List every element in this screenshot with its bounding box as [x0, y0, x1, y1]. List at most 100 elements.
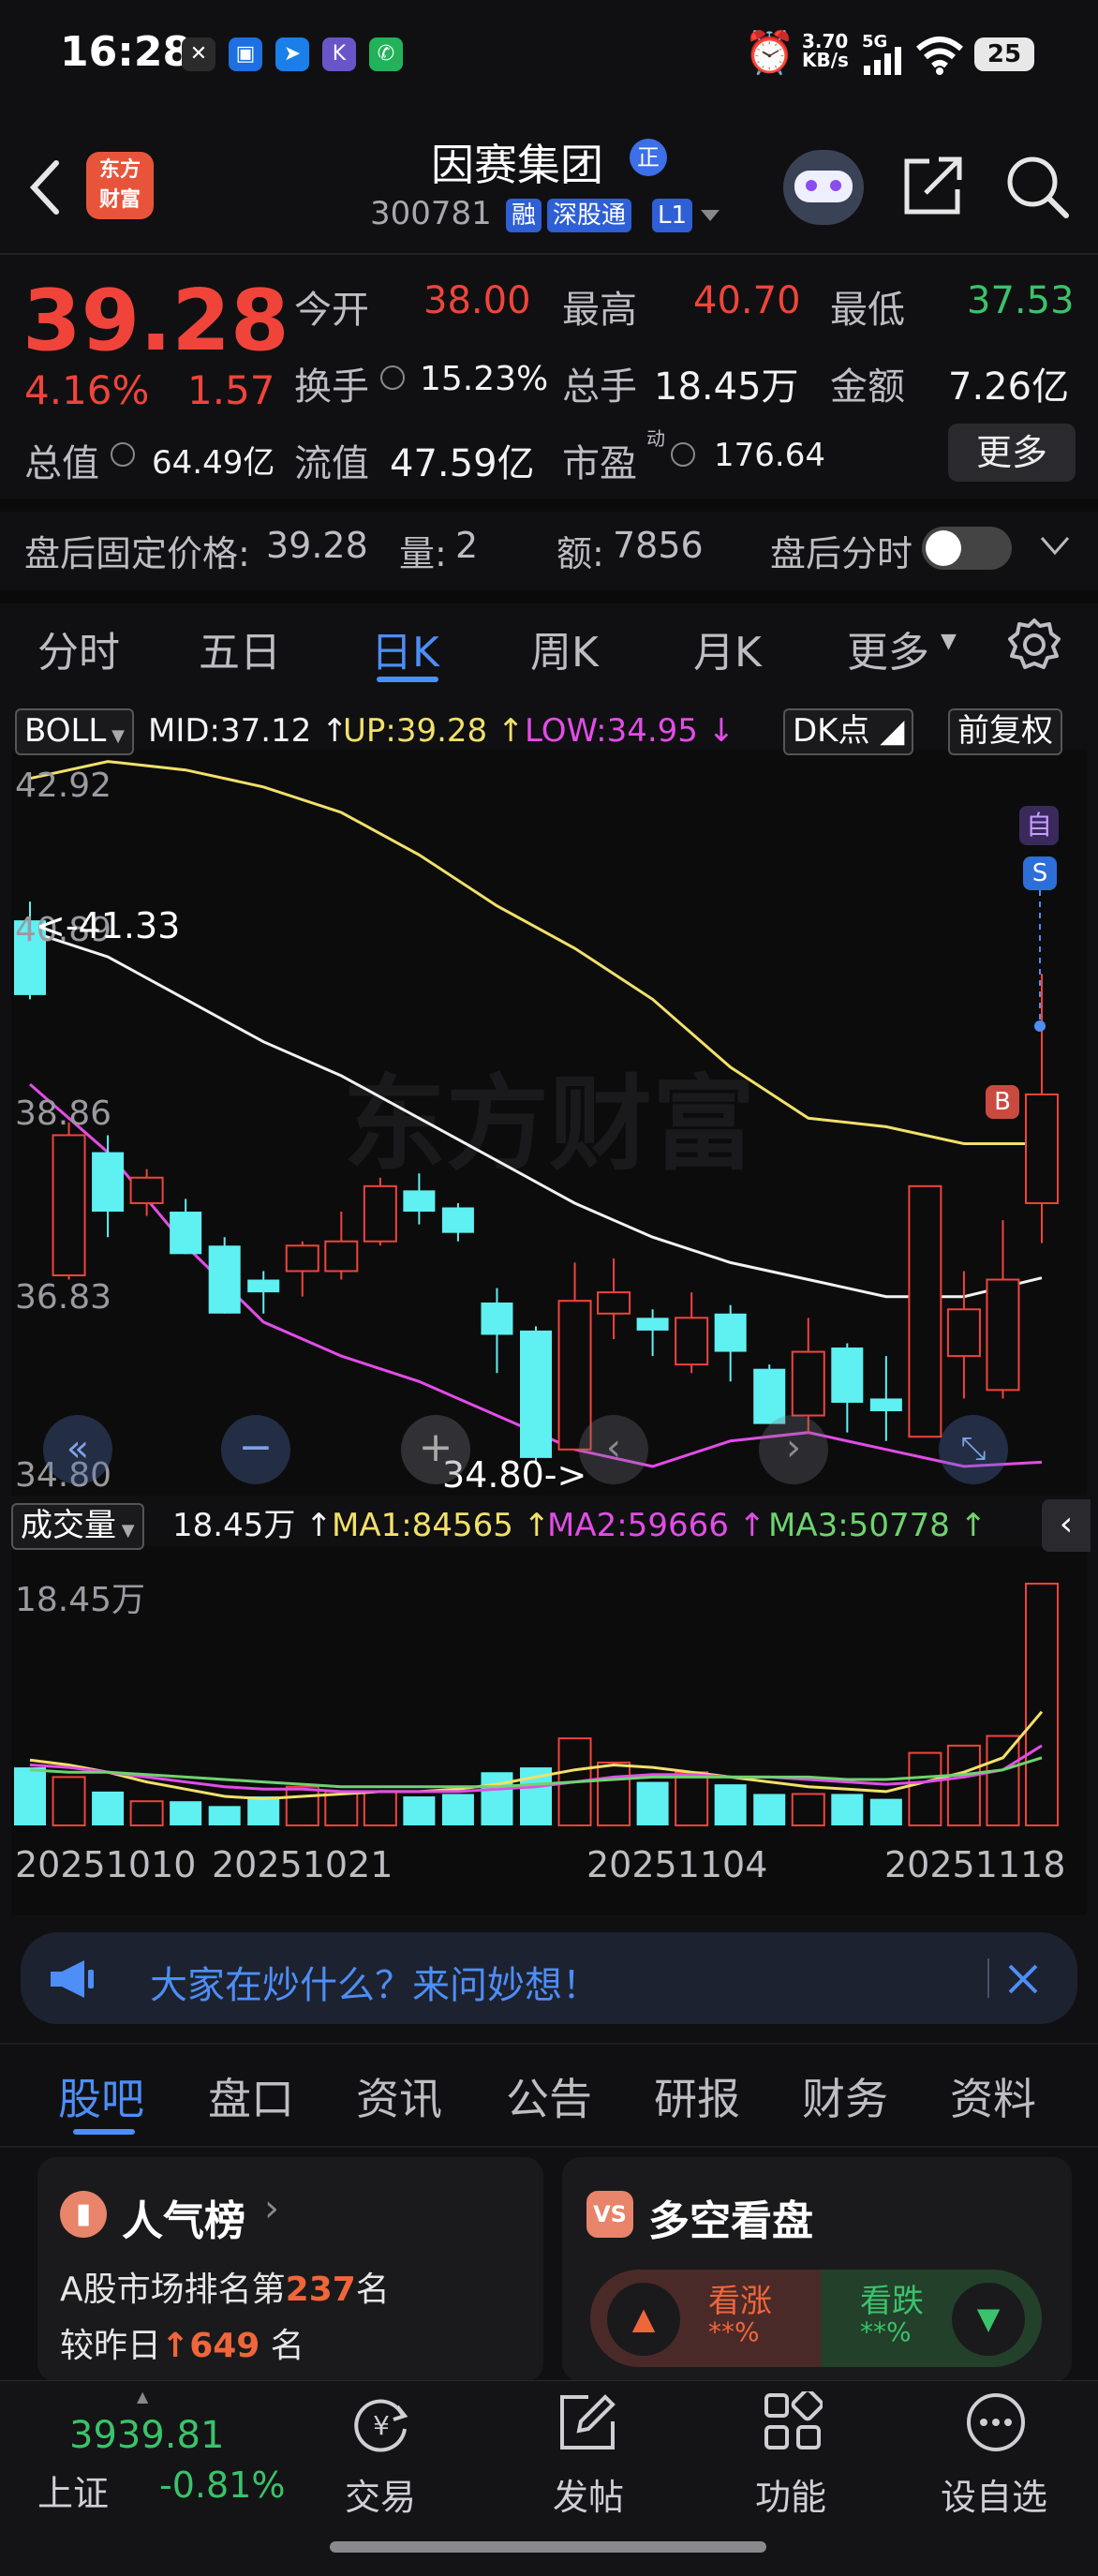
dk-point-button[interactable]: DK点 ◢ [783, 708, 914, 755]
nav-post[interactable]: 发帖 [553, 2468, 624, 2520]
certified-badge-icon: 正 [630, 139, 667, 176]
zoom-out-icon[interactable]: − [221, 1415, 290, 1484]
index-change[interactable]: -0.81% [159, 2464, 285, 2506]
candle-body [481, 1303, 513, 1335]
tab-research[interactable]: 研报 [654, 2065, 740, 2127]
candle-body [831, 1348, 864, 1403]
functions-grid-icon[interactable] [763, 2391, 823, 2451]
kline-chart[interactable]: 东方财富 [0, 693, 1098, 1921]
tab-announcements[interactable]: 公告 [506, 2065, 592, 2127]
amount-value: 7.26亿 [948, 365, 1070, 409]
tab-monthly-k[interactable]: 月K [693, 618, 762, 678]
tab-weekly-k[interactable]: 周K [530, 618, 599, 678]
amount-label: 金额 [830, 365, 905, 409]
active-community-tab-indicator [73, 2129, 135, 2135]
caret-down-icon: ▼ [941, 630, 957, 653]
gear-icon[interactable] [1006, 617, 1062, 673]
volume-indicator-select[interactable]: 成交量 ▼ [11, 1503, 144, 1550]
chevron-right-icon[interactable]: › [264, 2187, 279, 2230]
net-speed: 3.70 KB/s [802, 32, 849, 69]
nav-trade[interactable]: 交易 [345, 2468, 416, 2520]
tab-timeshare[interactable]: 分时 [37, 618, 120, 678]
scroll-left-icon[interactable]: ‹ [579, 1415, 648, 1484]
after-hours-timeshare-label: 盘后分时 [770, 533, 913, 574]
info-icon[interactable] [380, 365, 405, 390]
volume-bar [831, 1794, 864, 1825]
candle-body [441, 1207, 474, 1233]
trade-marker-dot [1034, 1020, 1046, 1032]
megaphone-icon [51, 1960, 94, 1998]
back-arrow-icon[interactable] [26, 159, 64, 216]
share-icon[interactable] [901, 154, 965, 217]
sell-mark[interactable]: S [1023, 856, 1057, 890]
tab-financials[interactable]: 财务 [802, 2065, 888, 2127]
indicator-select[interactable]: BOLL ▼ [15, 708, 134, 755]
tab-news[interactable]: 资讯 [356, 2065, 442, 2127]
tab-forum[interactable]: 股吧 [58, 2065, 144, 2127]
volume-value: 18.45万 [654, 365, 799, 409]
more-quote-button[interactable]: 更多 [948, 424, 1076, 482]
scroll-left-fast-icon[interactable]: « [43, 1415, 112, 1484]
tab-more-periods[interactable]: 更多 [847, 618, 929, 678]
volume-bar [129, 1800, 164, 1826]
vol-ma3-value: MA3:50778 [768, 1507, 950, 1544]
status-bar: 16:28 ✕ ▣ ➤ K ✆ ⏰ 3.70 KB/s 5G 25 [0, 0, 1098, 112]
info-icon[interactable] [111, 442, 135, 467]
candle-body [247, 1279, 280, 1293]
trade-icon[interactable]: ¥ [349, 2391, 414, 2457]
collapse-panel-icon[interactable]: ‹ [1042, 1499, 1091, 1552]
chevron-down-icon[interactable] [701, 210, 720, 223]
float-cap-value: 47.59亿 [390, 442, 535, 485]
stock-name[interactable]: 因赛集团 [431, 131, 603, 193]
candle-body [636, 1318, 669, 1331]
fullscreen-icon[interactable]: ⤡ [939, 1415, 1008, 1484]
buy-mark[interactable]: B [986, 1085, 1019, 1119]
info-icon[interactable] [671, 442, 695, 467]
rank-change-prefix: 较昨日 [60, 2327, 162, 2365]
candle-body [129, 1176, 164, 1204]
header-divider [0, 253, 1098, 255]
bull-value: **% [708, 2316, 760, 2347]
tab-daily-k[interactable]: 日K [371, 618, 439, 678]
search-icon[interactable] [1004, 154, 1070, 219]
candle-body [869, 1398, 902, 1412]
active-tab-indicator [377, 677, 438, 682]
tab-profile[interactable]: 资料 [950, 2065, 1036, 2127]
volume-bar [753, 1794, 786, 1825]
volume-bar [597, 1761, 631, 1827]
after-hours-toggle[interactable] [922, 527, 1012, 570]
index-name[interactable]: 上证 [37, 2464, 109, 2516]
pe-label: 市盈 [562, 442, 637, 485]
more-dots-icon[interactable] [965, 2391, 1027, 2453]
tab-five-day[interactable]: 五日 [199, 618, 281, 678]
app-logo: 东方 财富 [86, 152, 154, 219]
after-hours-price: 39.28 [266, 525, 368, 566]
banner-text[interactable]: 大家在炒什么？来问妙想！ [150, 1955, 600, 2009]
scroll-right-icon[interactable]: › [759, 1415, 828, 1484]
pe-value: 176.64 [714, 437, 825, 474]
y-tick: 38.86 [15, 1094, 112, 1133]
bear-label: 看跌 [860, 2283, 924, 2320]
ai-assistant-icon[interactable] [783, 150, 864, 225]
volume-max-tick: 18.45万 [15, 1581, 146, 1619]
change-amount: 1.57 [187, 367, 275, 413]
boll-up-value: UP:39.28 [343, 712, 488, 750]
margin-trading-tag: 融 [506, 199, 542, 232]
bear-value: **% [860, 2316, 912, 2347]
close-icon[interactable] [1006, 1962, 1040, 1996]
tab-order-book[interactable]: 盘口 [208, 2065, 294, 2127]
nav-add-watchlist[interactable]: 设自选 [941, 2468, 1047, 2520]
zoom-in-icon[interactable]: + [401, 1415, 470, 1484]
compose-post-icon[interactable] [556, 2391, 618, 2453]
rank-change-suffix: 名 [270, 2327, 304, 2365]
index-value[interactable]: 3939.81 [69, 2414, 224, 2457]
candle-body [520, 1330, 552, 1458]
volume-bar [481, 1772, 513, 1825]
bear-vote-button[interactable]: ▼ [952, 2283, 1025, 2356]
bull-vote-button[interactable]: ▲ [607, 2283, 680, 2356]
x-date-tick: 20251104 [586, 1844, 768, 1885]
adjust-mode-button[interactable]: 前复权 [948, 708, 1062, 755]
nav-functions[interactable]: 功能 [755, 2468, 826, 2520]
chevron-down-icon[interactable] [1040, 536, 1070, 557]
high-value: 40.70 [693, 279, 801, 322]
